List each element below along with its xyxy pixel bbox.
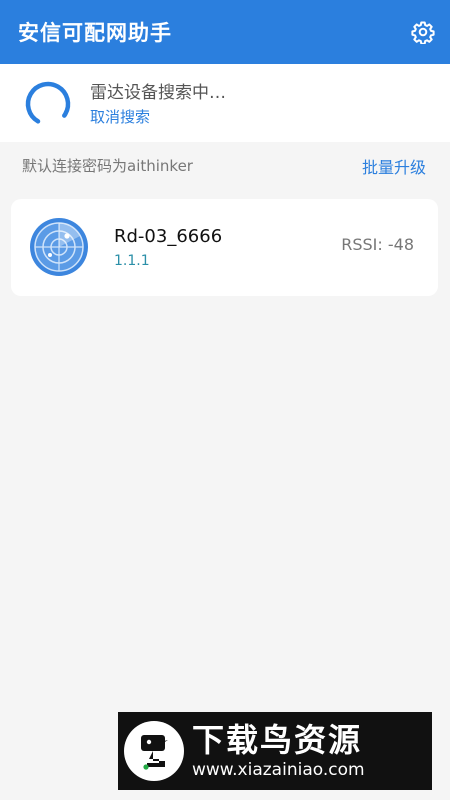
device-list-item[interactable]: Rd-03_6666 1.1.1 RSSI: -48 xyxy=(11,199,438,296)
radar-icon xyxy=(30,218,88,276)
bird-logo-icon xyxy=(122,719,186,783)
gear-icon[interactable] xyxy=(410,19,436,45)
app-bar: 安信可配网助手 xyxy=(0,0,450,64)
search-status-text: 雷达设备搜索中… xyxy=(90,83,226,103)
search-panel: 雷达设备搜索中… 取消搜索 xyxy=(0,64,450,142)
app-title: 安信可配网助手 xyxy=(18,21,172,45)
device-rssi: RSSI: -48 xyxy=(341,235,414,254)
device-name: Rd-03_6666 xyxy=(114,226,223,247)
cancel-search-button[interactable]: 取消搜索 xyxy=(90,106,150,127)
device-version: 1.1.1 xyxy=(114,253,150,269)
loading-spinner-icon xyxy=(24,80,72,128)
watermark-url: www.xiazainiao.com xyxy=(192,760,365,780)
default-password-hint: 默认连接密码为aithinker xyxy=(22,157,193,175)
watermark-title: 下载鸟资源 xyxy=(192,721,363,759)
batch-upgrade-button[interactable]: 批量升级 xyxy=(362,154,426,178)
watermark-banner: 下载鸟资源 www.xiazainiao.com xyxy=(118,712,432,790)
info-row: 默认连接密码为aithinker 批量升级 xyxy=(0,142,450,186)
